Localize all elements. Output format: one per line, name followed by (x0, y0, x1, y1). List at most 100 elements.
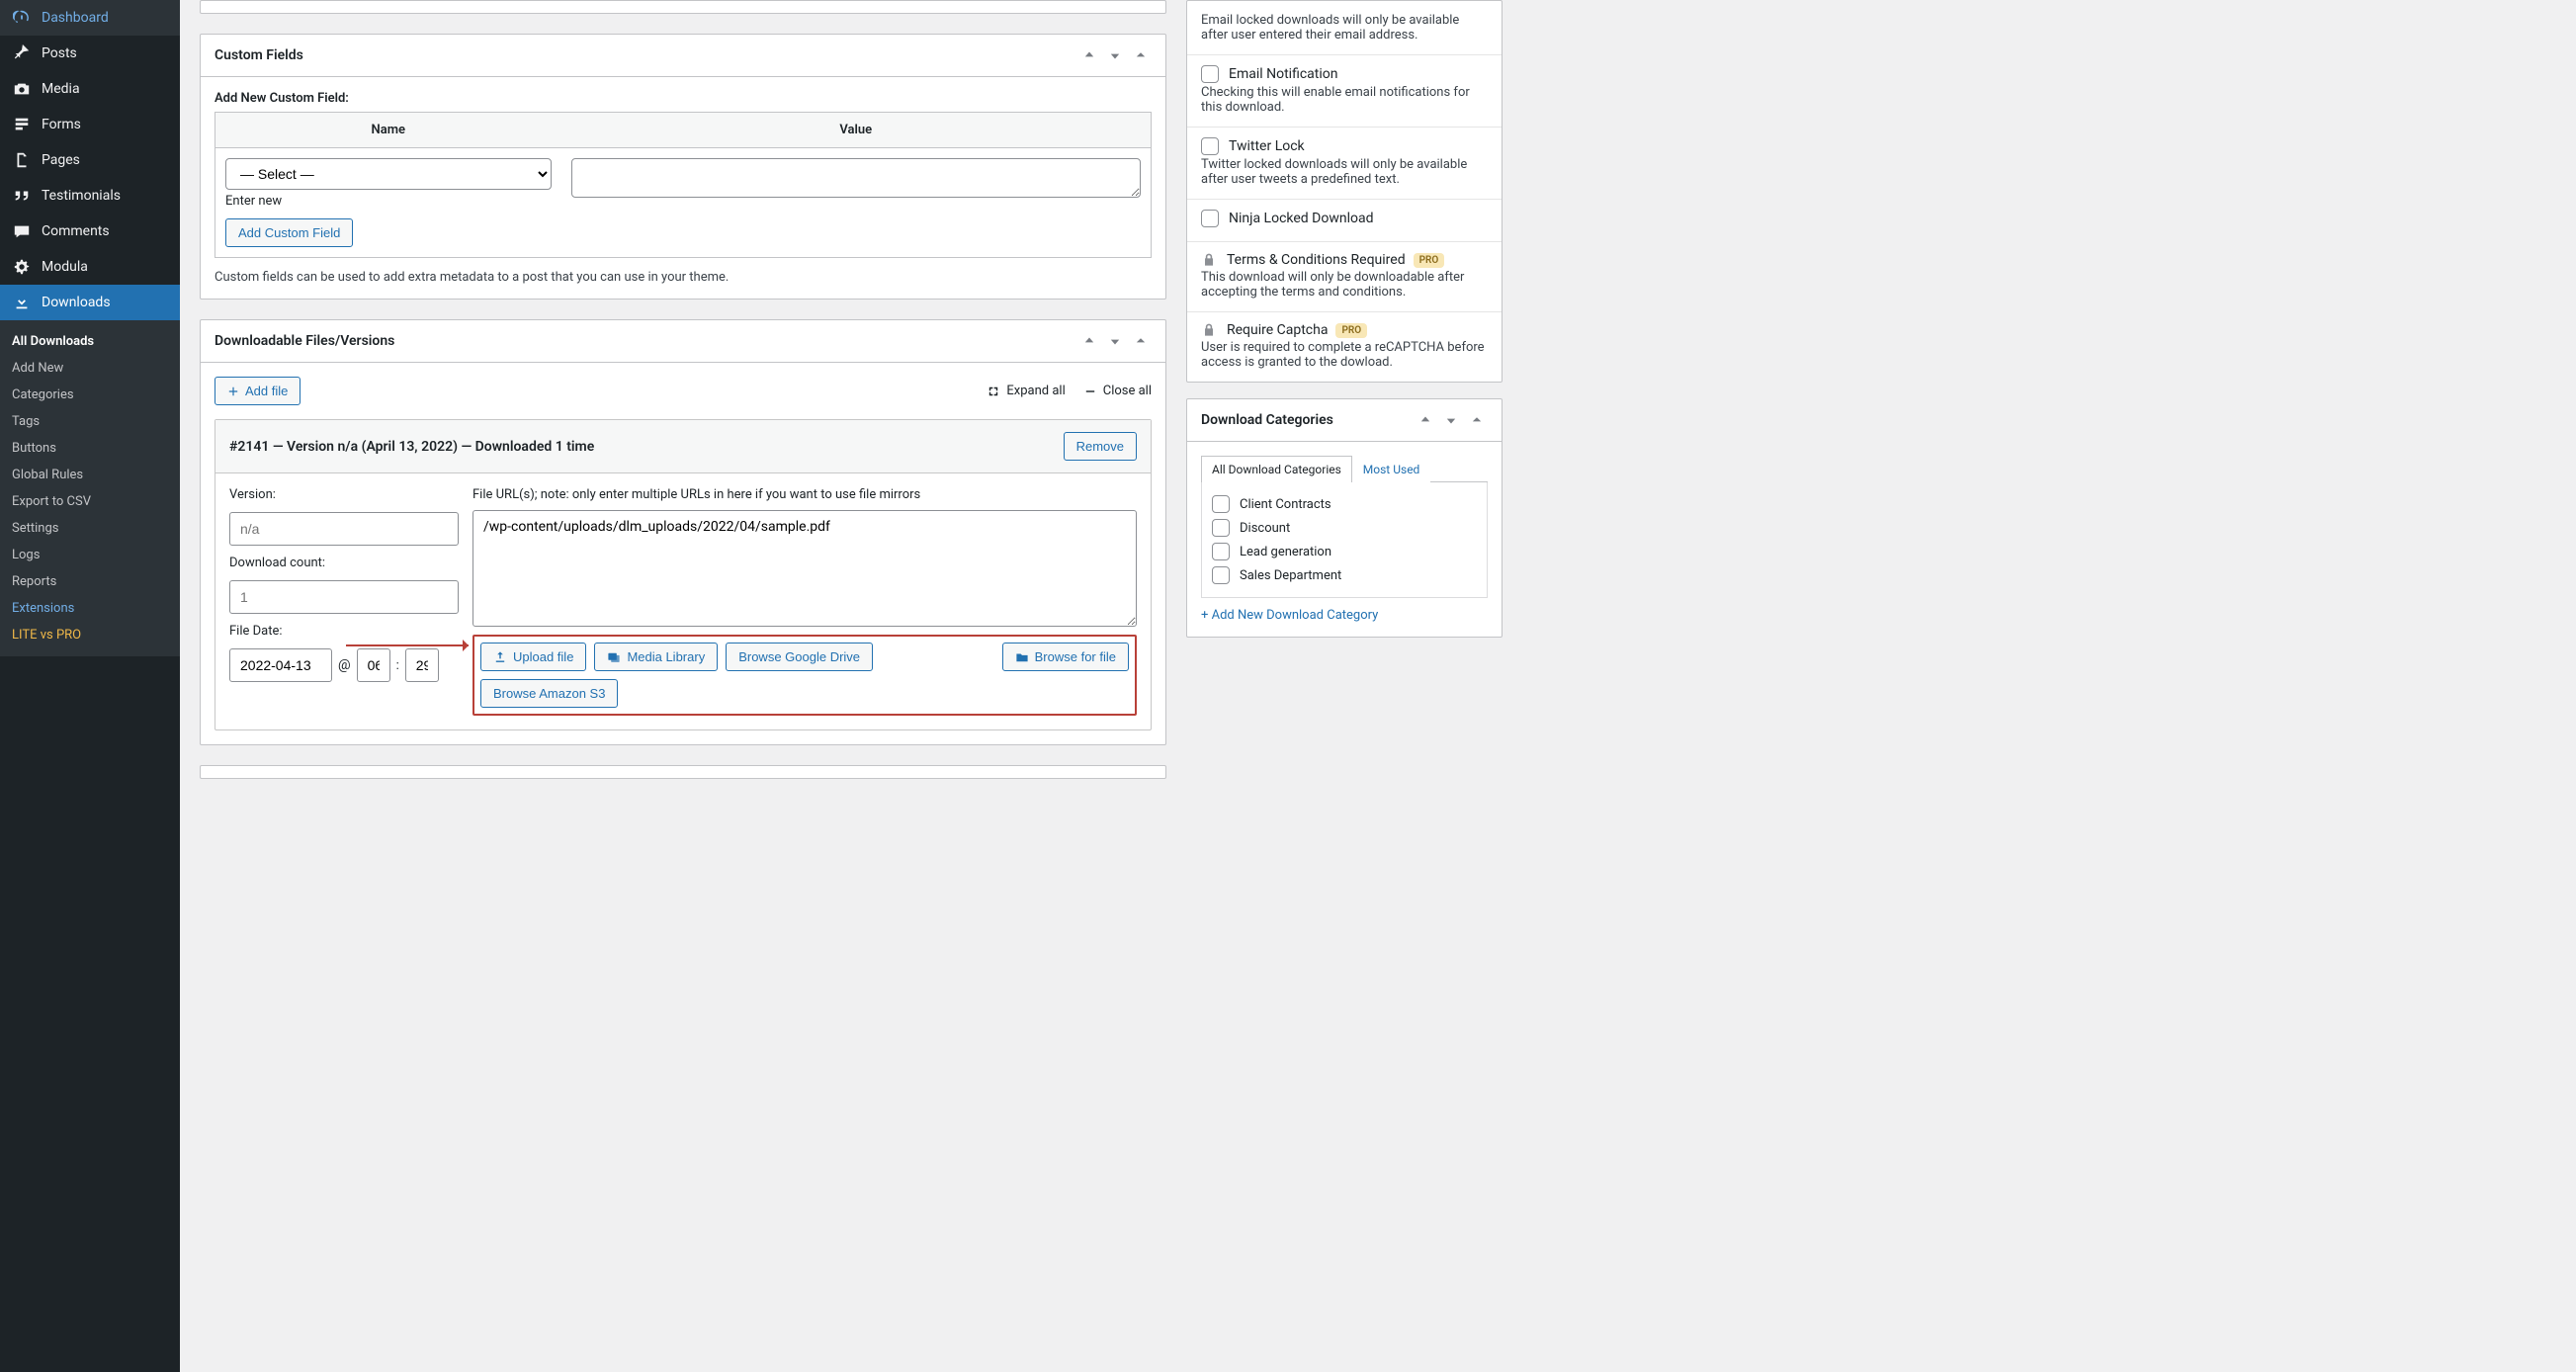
custom-field-name-select[interactable]: — Select — (225, 158, 552, 190)
postbox-actions (1078, 330, 1152, 352)
move-up-icon[interactable] (1078, 44, 1100, 66)
submenu-lite-vs-pro[interactable]: LITE vs PRO (0, 622, 180, 648)
terms-label: Terms & Conditions Required PRO (1227, 252, 1444, 268)
file-url-label: File URL(s); note: only enter multiple U… (472, 487, 1137, 502)
sidebar-item-media[interactable]: Media (0, 71, 180, 107)
version-label: Version: (229, 487, 459, 502)
sidebar-item-downloads[interactable]: Downloads (0, 285, 180, 320)
postbox-actions (1415, 409, 1488, 431)
twitter-lock-desc: Twitter locked downloads will only be av… (1201, 157, 1488, 187)
postbox-placeholder (200, 0, 1166, 14)
submenu-add-new[interactable]: Add New (0, 355, 180, 382)
file-heading: #2141 — Version n/a (April 13, 2022) — D… (229, 439, 594, 455)
file-hour-input[interactable] (357, 648, 390, 682)
downloadable-files-title: Downloadable Files/Versions (215, 333, 394, 349)
browse-amazon-s3-button[interactable]: Browse Amazon S3 (480, 679, 618, 708)
sidebar-item-testimonials[interactable]: Testimonials (0, 178, 180, 214)
submenu-tags[interactable]: Tags (0, 408, 180, 435)
move-down-icon[interactable] (1104, 330, 1126, 352)
sidebar-item-label: Comments (42, 223, 110, 239)
category-checkbox[interactable] (1212, 566, 1230, 584)
sidebar-item-modula[interactable]: Modula (0, 249, 180, 285)
camera-icon (12, 79, 32, 99)
sidebar-item-label: Forms (42, 117, 81, 132)
toggle-icon[interactable] (1130, 330, 1152, 352)
expand-all-link[interactable]: Expand all (987, 384, 1065, 398)
sidebar-item-posts[interactable]: Posts (0, 36, 180, 71)
minus-icon (1083, 385, 1097, 398)
lock-icon (1201, 322, 1217, 338)
pro-badge: PRO (1414, 253, 1445, 268)
gear-icon (12, 257, 32, 277)
move-up-icon[interactable] (1078, 330, 1100, 352)
download-count-label: Download count: (229, 556, 459, 570)
category-checkbox[interactable] (1212, 543, 1230, 560)
download-icon (12, 293, 32, 312)
plus-icon (227, 386, 239, 397)
file-minute-input[interactable] (405, 648, 439, 682)
tab-all-categories[interactable]: All Download Categories (1201, 456, 1352, 482)
twitter-lock-checkbox[interactable] (1201, 137, 1219, 155)
ninja-lock-checkbox[interactable] (1201, 210, 1219, 227)
add-file-button[interactable]: Add file (215, 377, 301, 405)
submenu-all-downloads[interactable]: All Downloads (0, 328, 180, 355)
sidebar-item-forms[interactable]: Forms (0, 107, 180, 142)
sidebar-item-label: Pages (42, 152, 80, 168)
at-symbol: @ (338, 657, 351, 673)
file-date-input[interactable] (229, 648, 332, 682)
sidebar-item-comments[interactable]: Comments (0, 214, 180, 249)
submenu-logs[interactable]: Logs (0, 542, 180, 568)
submenu-global-rules[interactable]: Global Rules (0, 462, 180, 488)
close-all-link[interactable]: Close all (1083, 384, 1152, 398)
submenu-buttons[interactable]: Buttons (0, 435, 180, 462)
category-checkbox[interactable] (1212, 519, 1230, 537)
file-date-label: File Date: (229, 624, 459, 639)
toggle-icon[interactable] (1130, 44, 1152, 66)
download-count-input[interactable] (229, 580, 459, 614)
category-item: Sales Department (1240, 568, 1341, 583)
email-notification-desc: Checking this will enable email notifica… (1201, 85, 1488, 115)
category-checkbox[interactable] (1212, 495, 1230, 513)
upload-file-button[interactable]: Upload file (480, 643, 586, 671)
annotation-arrow (346, 644, 469, 646)
quote-icon (12, 186, 32, 206)
captcha-label: Require Captcha PRO (1227, 322, 1367, 338)
sidebar-item-pages[interactable]: Pages (0, 142, 180, 178)
add-custom-field-button[interactable]: Add Custom Field (225, 218, 353, 247)
submenu-extensions[interactable]: Extensions (0, 595, 180, 622)
folder-icon (1015, 650, 1029, 664)
submenu-export-csv[interactable]: Export to CSV (0, 488, 180, 515)
file-url-input[interactable]: /wp-content/uploads/dlm_uploads/2022/04/… (472, 510, 1137, 627)
media-library-button[interactable]: Media Library (594, 643, 718, 671)
sidebar-item-label: Testimonials (42, 188, 121, 204)
form-icon (12, 115, 32, 134)
toggle-icon[interactable] (1466, 409, 1488, 431)
add-new-category-link[interactable]: + Add New Download Category (1187, 608, 1502, 637)
browse-for-file-button[interactable]: Browse for file (1002, 643, 1129, 671)
sidebar-item-dashboard[interactable]: Dashboard (0, 0, 180, 36)
move-down-icon[interactable] (1104, 44, 1126, 66)
category-list: Client Contracts Discount Lead generatio… (1201, 482, 1488, 598)
remove-file-button[interactable]: Remove (1064, 432, 1137, 461)
email-notification-label: Email Notification (1229, 66, 1338, 82)
custom-field-value-input[interactable] (571, 158, 1142, 198)
sidebar-item-label: Modula (42, 259, 88, 275)
categories-title: Download Categories (1201, 412, 1333, 428)
move-down-icon[interactable] (1440, 409, 1462, 431)
sidebar-submenu: All Downloads Add New Categories Tags Bu… (0, 320, 180, 656)
sidebar-item-label: Posts (42, 45, 77, 61)
submenu-categories[interactable]: Categories (0, 382, 180, 408)
browse-google-drive-button[interactable]: Browse Google Drive (726, 643, 873, 671)
submenu-settings[interactable]: Settings (0, 515, 180, 542)
submenu-reports[interactable]: Reports (0, 568, 180, 595)
category-item: Client Contracts (1240, 497, 1331, 512)
version-input[interactable] (229, 512, 459, 546)
add-custom-field-label: Add New Custom Field: (215, 91, 1152, 106)
name-header: Name (215, 113, 561, 148)
enter-new-link[interactable]: Enter new (225, 194, 552, 209)
move-up-icon[interactable] (1415, 409, 1436, 431)
custom-fields-title: Custom Fields (215, 47, 303, 63)
email-notification-checkbox[interactable] (1201, 65, 1219, 83)
media-icon (607, 650, 621, 664)
tab-most-used[interactable]: Most Used (1352, 456, 1431, 482)
